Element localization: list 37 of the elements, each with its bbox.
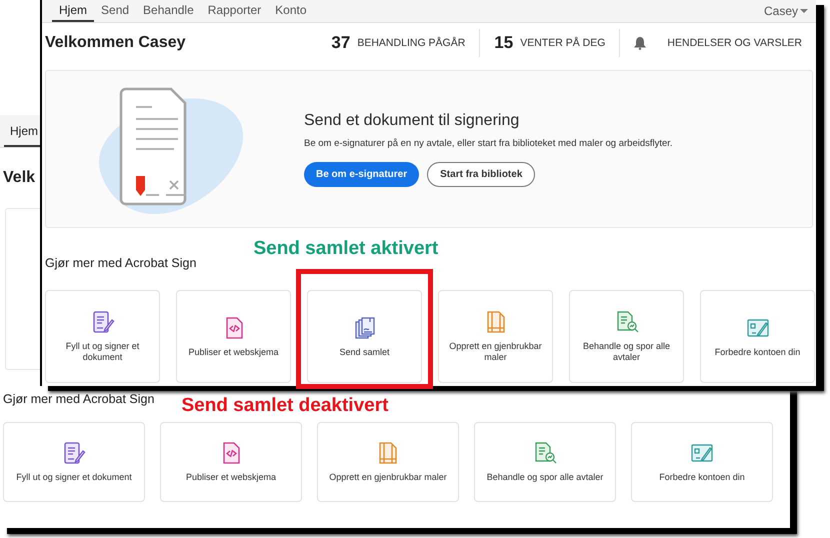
hero-description: Be om e-signaturer på en ny avtale, eller start fra biblioteket med maler og arbeidsflyter. [304, 138, 673, 148]
action-tile[interactable]: Fyll ut og signer et dokument [45, 290, 160, 383]
form-pen-icon [62, 441, 86, 466]
action-tile[interactable]: Forbedre kontoen din [700, 290, 815, 383]
form-pen-icon [90, 310, 114, 334]
hero-title: Send et dokument til signering [304, 112, 520, 130]
annotation-label: Send samlet aktivert [253, 238, 438, 260]
document-search-icon [533, 441, 557, 466]
action-tile[interactable]: Opprett en gjenbrukbar maler [317, 422, 459, 502]
nav-tab[interactable]: Hjem [52, 0, 94, 22]
status-link[interactable]: 37 BEHANDLING PÅGÅR [317, 29, 480, 57]
action-tile[interactable]: Send samlet [307, 290, 422, 383]
document-search-icon [614, 310, 638, 334]
alerts-link[interactable]: HENDELSER OG VARSLER [619, 29, 816, 57]
annotation-label: Send samlet deaktivert [181, 395, 388, 417]
status-link[interactable]: 15 VENTER PÅ DEG [479, 29, 620, 57]
bell-icon [634, 36, 646, 50]
action-tile[interactable]: Behandle og spor alle avtaler [569, 290, 684, 383]
action-tile[interactable]: Publiser et webskjema [176, 290, 291, 383]
stacked-documents-icon [352, 316, 376, 340]
nav-tab[interactable]: Konto [268, 0, 314, 22]
nav-tab[interactable]: Rapporter [200, 0, 268, 22]
action-tile[interactable]: Fyll ut og signer et dokument [3, 422, 145, 502]
request-signature-button[interactable]: Be om e-signaturer [304, 162, 420, 186]
welcome-title: Velk [3, 169, 36, 188]
welcome-title: Velkommen Casey [45, 34, 186, 52]
action-tile[interactable]: Publiser et webskjema [160, 422, 302, 502]
action-tile[interactable]: Behandle og spor alle avtaler [474, 422, 616, 502]
nav-tab[interactable]: Send [94, 0, 136, 22]
action-tile[interactable]: Forbedre kontoen din [631, 422, 773, 502]
nav-tab[interactable]: Behandle [136, 0, 201, 22]
user-menu[interactable]: Casey [756, 0, 816, 22]
section-title: Gjør mer med Acrobat Sign [3, 392, 154, 406]
library-button[interactable]: Start fra bibliotek [427, 162, 536, 186]
caret-icon [800, 8, 808, 14]
action-tile[interactable]: Opprett en gjenbrukbar maler [438, 290, 553, 383]
section-title: Gjør mer med Acrobat Sign [45, 256, 196, 270]
